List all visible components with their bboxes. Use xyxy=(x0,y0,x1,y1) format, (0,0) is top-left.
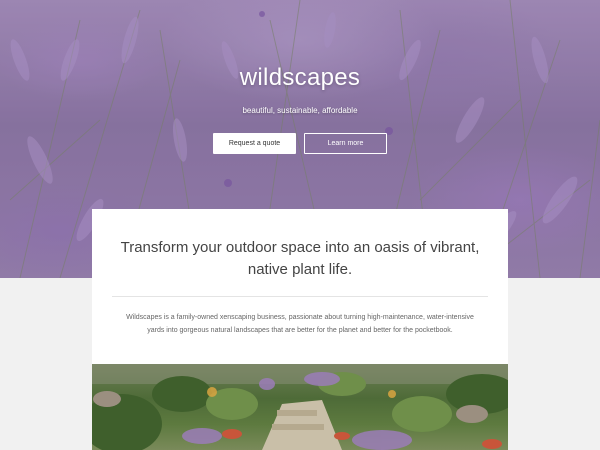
learn-more-button[interactable]: Learn more xyxy=(304,133,387,154)
garden-image xyxy=(92,364,508,450)
site-tagline: beautiful, sustainable, affordable xyxy=(242,106,358,115)
site-title: wildscapes xyxy=(239,64,361,91)
intro-body-text: Wildscapes is a family-owned xenscaping … xyxy=(126,314,474,334)
intro-card: Transform your outdoor space into an oas… xyxy=(92,209,508,366)
intro-headline: Transform your outdoor space into an oas… xyxy=(120,239,480,278)
divider xyxy=(112,296,488,297)
request-quote-button[interactable]: Request a quote xyxy=(213,133,296,154)
garden-photo xyxy=(92,364,508,450)
